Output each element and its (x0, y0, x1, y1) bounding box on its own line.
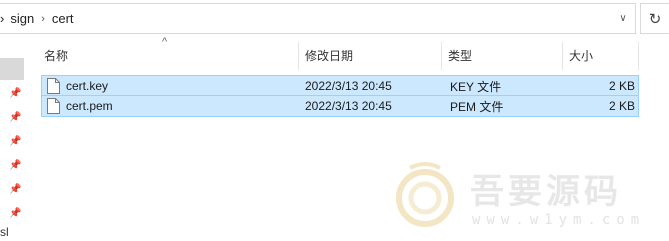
address-bar[interactable]: › sign › cert ∨ (0, 3, 636, 34)
file-name: cert.pem (66, 99, 113, 113)
navigation-pane: 📌 📌 📌 📌 📌 📌 sl (0, 38, 28, 241)
refresh-button[interactable]: ↻ (640, 3, 669, 34)
column-date-modified[interactable]: 修改日期 (299, 38, 441, 73)
breadcrumb-item-sign[interactable]: sign (10, 11, 34, 26)
file-row[interactable]: cert.pem 2022/3/13 20:45 PEM 文件 2 KB (41, 96, 639, 117)
address-row: › sign › cert ∨ ↻ (0, 0, 669, 38)
file-modified: 2022/3/13 20:45 (305, 79, 392, 93)
watermark-logo-icon (396, 162, 454, 227)
file-name: cert.key (66, 79, 109, 93)
watermark-text: 吾要源码 (470, 172, 622, 212)
column-divider[interactable] (638, 42, 639, 70)
breadcrumb-chevron-icon[interactable]: › (0, 11, 4, 26)
column-type-label: 类型 (448, 49, 473, 63)
column-size-label: 大小 (569, 49, 594, 63)
file-type: KEY 文件 (450, 79, 502, 94)
file-type: PEM 文件 (450, 99, 504, 114)
file-size: 2 KB (608, 79, 635, 93)
nav-item-selected[interactable] (0, 58, 24, 80)
pin-icon[interactable]: 📌 (9, 88, 21, 100)
file-row[interactable]: cert.key 2022/3/13 20:45 KEY 文件 2 KB (41, 75, 639, 96)
column-name-label: 名称 (44, 49, 69, 63)
document-icon (47, 78, 60, 94)
pin-icon[interactable]: 📌 (9, 184, 21, 196)
breadcrumb-separator-icon[interactable]: › (41, 13, 45, 25)
pin-icon[interactable]: 📌 (9, 208, 21, 220)
document-icon (47, 98, 60, 114)
address-history-dropdown-icon[interactable]: ∨ (613, 4, 633, 33)
nav-item-label[interactable]: sl (0, 225, 9, 239)
column-type[interactable]: 类型 (442, 38, 562, 73)
column-header: ^ 名称 修改日期 类型 大小 (38, 36, 669, 73)
column-size[interactable]: 大小 (563, 38, 638, 73)
pin-icon[interactable]: 📌 (9, 160, 21, 172)
refresh-icon: ↻ (648, 10, 662, 28)
pin-icon[interactable]: 📌 (9, 136, 21, 148)
file-modified: 2022/3/13 20:45 (305, 99, 392, 113)
file-size: 2 KB (608, 99, 635, 113)
pin-icon[interactable]: 📌 (9, 112, 21, 124)
watermark-url: www.w1ym.com (472, 212, 646, 228)
breadcrumb: › sign › cert (0, 4, 74, 33)
column-date-label: 修改日期 (305, 49, 354, 63)
breadcrumb-item-cert[interactable]: cert (52, 11, 74, 26)
column-name[interactable]: 名称 (38, 38, 298, 73)
